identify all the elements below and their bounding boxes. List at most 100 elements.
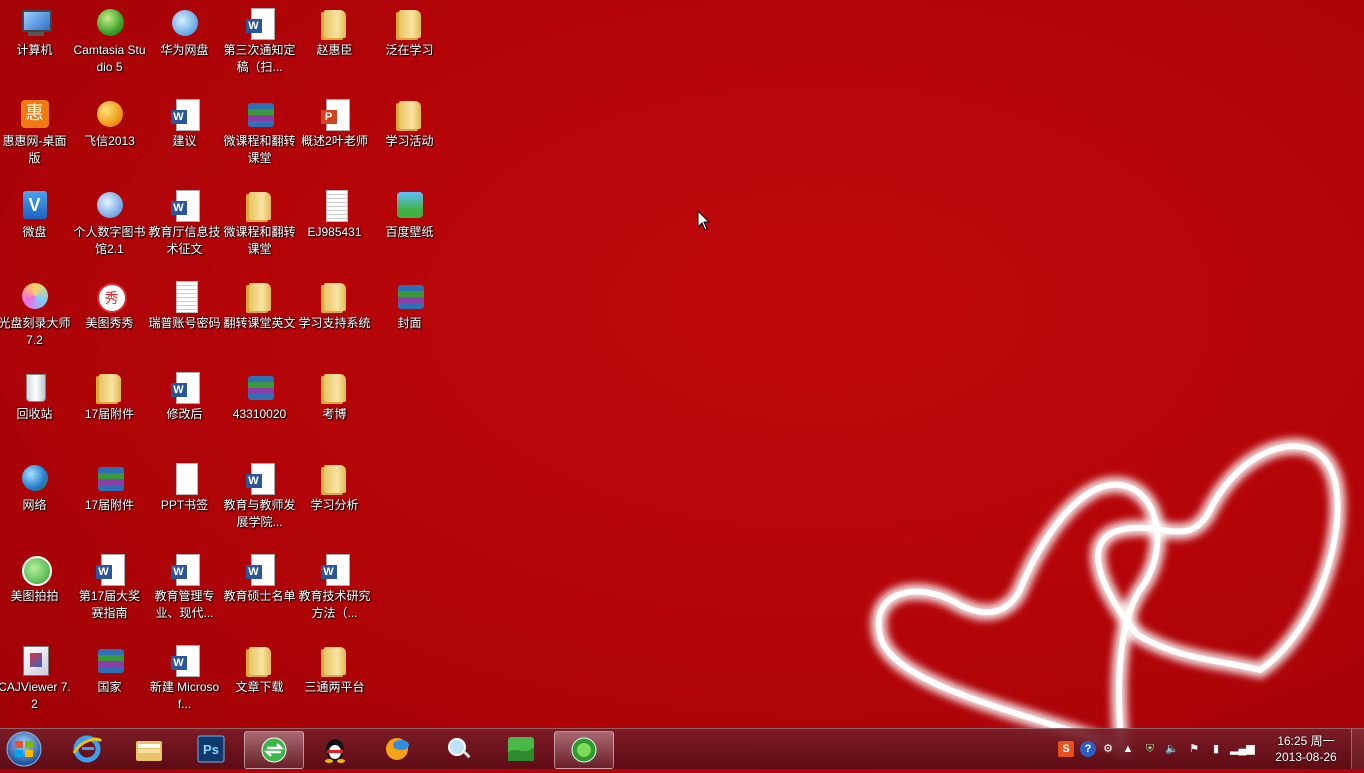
rar-icon [93,461,127,495]
desktop-icon[interactable]: 华为网盘 [147,0,222,86]
photoshop-icon: Ps [196,735,226,763]
word-icon [243,461,277,495]
desktop-icon-label: 建议 [172,134,197,148]
taskbar-button-feixin[interactable] [368,731,426,767]
desktop-icon[interactable]: 教育与教师发展学院... [222,455,297,541]
desktop-icon[interactable]: 百度壁纸 [372,182,447,268]
network-signal-icon[interactable]: ▂▄▆ [1230,741,1255,757]
desktop-icon[interactable]: 17届附件 [72,364,147,450]
desktop-icon[interactable]: 计算机 [0,0,72,86]
search-people-icon [444,735,474,763]
desktop-icon[interactable]: 美图拍拍 [0,546,72,632]
desktop-icon[interactable]: 回收站 [0,364,72,450]
taskbar-button-explorer[interactable] [120,731,178,767]
desktop-icon[interactable]: 学习活动 [372,91,447,177]
desktop-icon[interactable]: 惠惠网-桌面版 [0,91,72,177]
taskbar-button-qq[interactable] [306,731,364,767]
text-icon [168,279,202,313]
word-icon [168,370,202,404]
desktop-icon[interactable]: 光盘刻录大师 7.2 [0,273,72,359]
desktop-icon[interactable]: 微盘 [0,182,72,268]
desktop-icon[interactable]: 教育管理专业、现代... [147,546,222,632]
desktop-icon[interactable]: 瑞普账号密码 [147,273,222,359]
ime-icon[interactable]: S [1058,741,1074,757]
desktop-icon[interactable]: 网络 [0,455,72,541]
desktop-icon[interactable]: 学习分析 [297,455,372,541]
desktop-icon-label: 文章下载 [235,680,284,694]
desktop-icon[interactable]: 修改后 [147,364,222,450]
desktop-icon-label: 考博 [322,407,347,421]
word-icon [243,552,277,586]
desktop-icon[interactable]: 赵惠臣 [297,0,372,86]
desktop-icon-label: 泛在学习 [385,43,434,57]
desktop-icon[interactable]: 微课程和翻转课堂 [222,91,297,177]
desktop-icon[interactable]: 国家 [72,637,147,723]
action-center-flag-icon[interactable]: ⚑ [1186,741,1202,757]
desktop-icon[interactable]: 个人数字图书馆2.1 [72,182,147,268]
desktop-icon-label: 美图秀秀 [85,316,134,330]
battery-icon[interactable]: ▮ [1208,741,1224,757]
desktop-icon-label: 计算机 [16,43,53,57]
desktop-icon[interactable]: Camtasia Studio 5 [72,0,147,86]
orange-icon [18,97,52,131]
taskbar-button-camtasia[interactable] [554,731,614,769]
desktop-icon[interactable]: 翻转课堂英文 [222,273,297,359]
desktop-icon-label: 43310020 [232,407,287,421]
clock-date: 2013-08-26 [1275,750,1337,764]
desktop-icon-label: Camtasia Studio 5 [73,43,146,74]
desktop-icon[interactable]: 封面 [372,273,447,359]
disc-icon [18,279,52,313]
desktop-icon-label: 个人数字图书馆2.1 [73,225,146,256]
desktop-icon-label: 美图拍拍 [10,589,59,603]
desktop-icon-label: 17届附件 [84,498,135,512]
taskbar-button-wallpaper[interactable] [492,731,550,767]
help-icon[interactable]: ? [1080,741,1096,757]
desktop-icon[interactable]: PPT书签 [147,455,222,541]
taskbar-button-sync-app[interactable] [244,731,304,769]
desktop-icon-label: 第三次通知定稿（扫... [223,43,296,74]
volume-icon[interactable]: 🔈 [1164,741,1180,757]
desktop-icon[interactable]: 第17届大奖赛指南 [72,546,147,632]
start-button[interactable] [2,730,46,768]
desktop-icon[interactable]: 飞信2013 [72,91,147,177]
word-icon [243,6,277,40]
folder-icon [93,370,127,404]
show-hidden-icons-icon[interactable]: ▲ [1120,741,1136,757]
desktop-icon[interactable]: 教育硕士名单 [222,546,297,632]
desktop-icon[interactable]: 教育技术研究方法（... [297,546,372,632]
desktop-icon[interactable]: 考博 [297,364,372,450]
desktop-icon-label: 17届附件 [84,407,135,421]
svg-text:Ps: Ps [203,742,219,757]
desktop-icon[interactable]: 学习支持系统 [297,273,372,359]
desktop-icon[interactable]: EJ985431 [297,182,372,268]
folder-icon [134,735,164,763]
desktop-icon-label: 学习分析 [310,498,359,512]
ime-settings-icon[interactable]: ⚙ [1100,741,1116,757]
desktop-icon[interactable]: 美图秀秀 [72,273,147,359]
taskbar-button-photoshop[interactable]: Ps [182,731,240,767]
desktop-icon[interactable]: 泛在学习 [372,0,447,86]
desktop-icon[interactable]: 概述2叶老师 [297,91,372,177]
desktop-icon[interactable]: 微课程和翻转课堂 [222,182,297,268]
desktop-icon-label: 微课程和翻转课堂 [223,225,296,256]
desktop-icon[interactable]: 建议 [147,91,222,177]
desktop-icon[interactable]: 43310020 [222,364,297,450]
penguin-icon [320,735,350,763]
desktop-icon[interactable]: 17届附件 [72,455,147,541]
desktop-icon[interactable]: 第三次通知定稿（扫... [222,0,297,86]
clock[interactable]: 16:25 周一 2013-08-26 [1266,733,1346,765]
show-desktop-button[interactable] [1351,729,1364,769]
desktop-icon-label: 瑞普账号密码 [148,316,221,330]
desktop-icon[interactable]: CAJViewer 7.2 [0,637,72,723]
caj-icon [18,643,52,677]
desktop-icon[interactable]: 教育厅信息技术征文 [147,182,222,268]
security-shield-icon[interactable]: ⛨ [1142,741,1158,757]
taskbar-button-magnifier[interactable] [430,731,488,767]
desktop-icon[interactable]: 文章下载 [222,637,297,723]
feixin-icon [382,735,412,763]
taskbar-button-ie[interactable] [58,731,116,767]
meitu-icon [93,279,127,313]
desktop-icon[interactable]: 新建 Microsof... [147,637,222,723]
desktop-icon[interactable]: 三通两平台 [297,637,372,723]
desktop-icon-label: 微课程和翻转课堂 [223,134,296,165]
